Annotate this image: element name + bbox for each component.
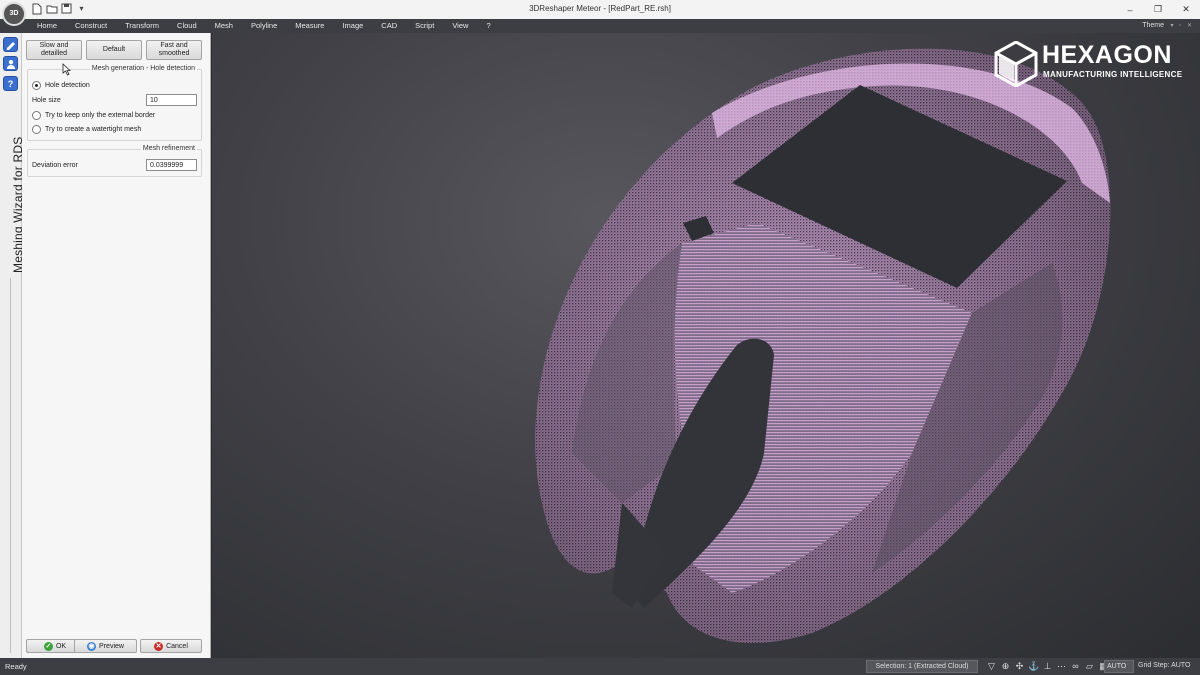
close-button[interactable]: ✕ — [1172, 0, 1200, 19]
menu-help[interactable]: ? — [477, 19, 499, 33]
menu-cad[interactable]: CAD — [372, 19, 406, 33]
menu-construct[interactable]: Construct — [66, 19, 116, 33]
anchor-icon[interactable]: ⚓ — [1028, 661, 1039, 672]
check-icon: ✓ — [43, 641, 53, 651]
window-title: 3DReshaper Meteor - [RedPart_RE.rsh] — [529, 4, 671, 13]
meshing-wizard-panel: Slow and detailled Default Fast and smoo… — [22, 33, 211, 658]
theme-menu[interactable]: Theme — [1142, 20, 1164, 32]
status-toolbar: ▽ ⊕ ✣ ⚓ ⊥ ⋯ ∞ ▱ ▦ — [986, 660, 1109, 673]
external-border-radio[interactable] — [32, 111, 41, 120]
brand-tagline: MANUFACTURING INTELLIGENCE — [1043, 70, 1183, 79]
divider — [10, 278, 11, 653]
menu-mesh[interactable]: Mesh — [206, 19, 242, 33]
hole-detection-radio[interactable] — [32, 81, 41, 90]
menu-transform[interactable]: Transform — [116, 19, 168, 33]
menu-polyline[interactable]: Polyline — [242, 19, 286, 33]
axis-icon[interactable]: ⊥ — [1042, 661, 1053, 672]
side-tab-strip: ? Meshing Wizard for RDS — [0, 33, 25, 658]
wizard-icon[interactable] — [3, 37, 18, 52]
side-tab-title[interactable]: Meshing Wizard for RDS — [1, 133, 25, 273]
hole-size-label: Hole size — [32, 97, 61, 104]
status-text: Ready — [5, 662, 27, 671]
hexagon-logo: HEXAGON MANUFACTURING INTELLIGENCE — [994, 41, 1184, 91]
auto-dropdown[interactable]: AUTO — [1104, 660, 1134, 673]
menu-bar: Home Construct Transform Cloud Mesh Poly… — [0, 19, 1200, 33]
menu-script[interactable]: Script — [406, 19, 443, 33]
default-button[interactable]: Default — [86, 40, 142, 60]
menu-measure[interactable]: Measure — [286, 19, 333, 33]
cancel-icon: ✕ — [154, 641, 164, 651]
menu-home[interactable]: Home — [28, 19, 66, 33]
fast-smoothed-button[interactable]: Fast and smoothed — [146, 40, 202, 60]
watertight-label: Try to create a watertight mesh — [45, 126, 142, 133]
point-cloud-view — [535, 48, 1111, 644]
zoom-icon[interactable]: ⊕ — [1000, 661, 1011, 672]
help-icon[interactable]: ? — [3, 76, 18, 91]
hole-detection-option[interactable]: Hole detection — [32, 81, 90, 90]
preview-label: Preview — [99, 642, 124, 650]
restore-button[interactable]: ❐ — [1144, 0, 1172, 19]
snap-icon[interactable]: ✣ — [1014, 661, 1025, 672]
menu-items: Home Construct Transform Cloud Mesh Poly… — [28, 19, 500, 33]
deviation-error-input[interactable] — [146, 159, 197, 171]
slow-detailed-button[interactable]: Slow and detailled — [26, 40, 82, 60]
title-bar: 3D ▾ 3DReshaper Meteor - [RedPart_RE.rsh… — [0, 0, 1200, 26]
mesh-generation-title: Mesh generation - Hole detection — [89, 65, 197, 72]
ok-label: OK — [55, 642, 67, 650]
plane-icon[interactable]: ▱ — [1084, 661, 1095, 672]
link-icon[interactable]: ∞ — [1070, 661, 1081, 672]
ribbon-controls[interactable]: ▾ ▫ ✕ — [1171, 20, 1195, 32]
cancel-label: Cancel — [166, 642, 188, 650]
selection-indicator[interactable]: Selection: 1 (Extracted Cloud) — [866, 660, 978, 673]
mouse-cursor-icon — [62, 63, 71, 76]
menu-view[interactable]: View — [443, 19, 477, 33]
3d-viewport[interactable]: HEXAGON MANUFACTURING INTELLIGENCE — [212, 33, 1200, 658]
preview-button[interactable]: ◉ Preview — [74, 639, 137, 653]
external-border-label: Try to keep only the external border — [45, 112, 156, 119]
filter-icon[interactable]: ▽ — [986, 661, 997, 672]
window-controls: – ❐ ✕ — [1116, 0, 1200, 19]
grid-step-text: Grid Step: AUTO — [1138, 662, 1191, 669]
hole-detection-label: Hole detection — [45, 82, 90, 89]
external-border-option[interactable]: Try to keep only the external border — [32, 111, 155, 120]
watertight-radio[interactable] — [32, 125, 41, 134]
user-icon[interactable] — [3, 56, 18, 71]
menu-cloud[interactable]: Cloud — [168, 19, 206, 33]
status-bar: Ready Selection: 1 (Extracted Cloud) ▽ ⊕… — [0, 658, 1200, 675]
watertight-option[interactable]: Try to create a watertight mesh — [32, 125, 141, 134]
preview-icon: ◉ — [87, 641, 97, 651]
menu-image[interactable]: Image — [333, 19, 372, 33]
app-logo[interactable]: 3D — [2, 2, 26, 26]
brand-name: HEXAGON — [1042, 41, 1172, 69]
deviation-error-label: Deviation error — [32, 162, 78, 169]
hexagon-mark-icon — [994, 41, 1038, 87]
mesh-refinement-title: Mesh refinement — [140, 145, 197, 152]
minimize-button[interactable]: – — [1116, 0, 1144, 19]
cancel-button[interactable]: ✕ Cancel — [140, 639, 202, 653]
hole-size-input[interactable] — [146, 94, 197, 106]
vertex-icon[interactable]: ⋯ — [1056, 661, 1067, 672]
